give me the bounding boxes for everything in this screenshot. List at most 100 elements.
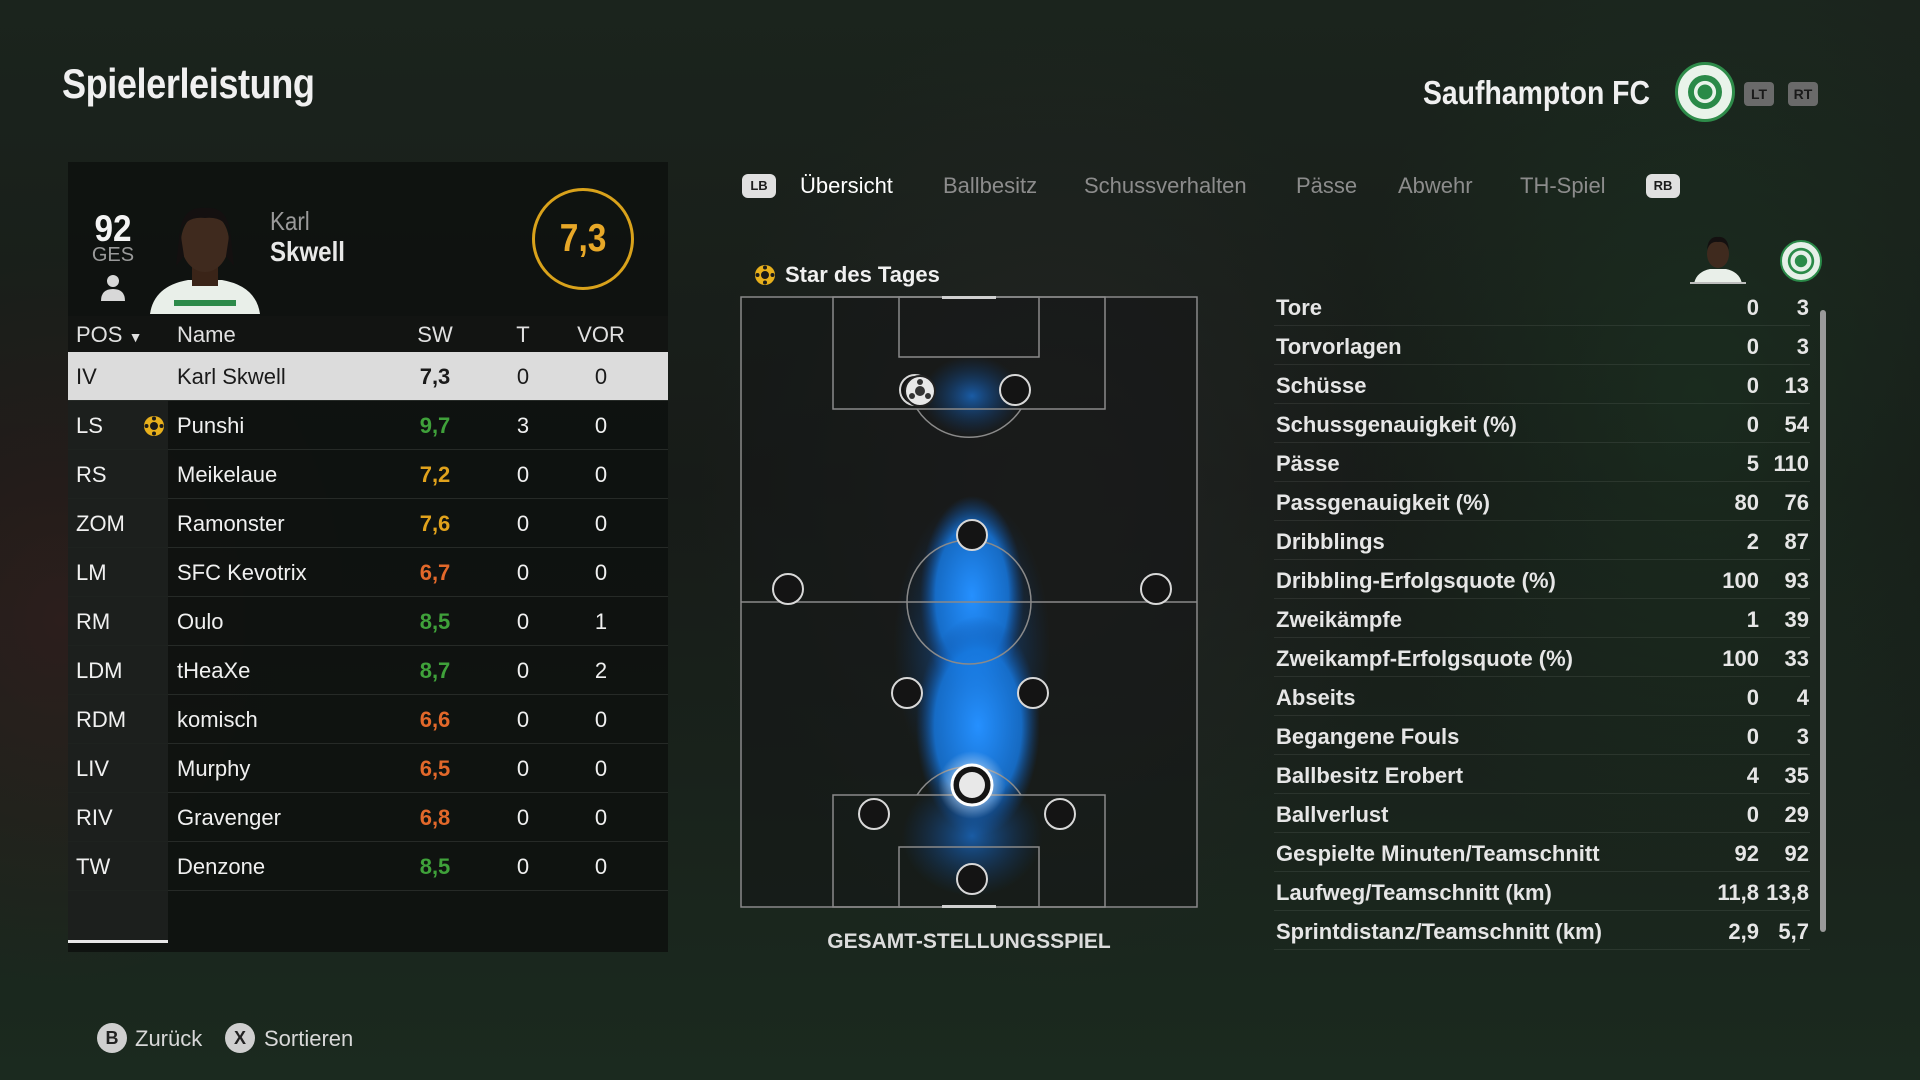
stat-team-value: 54 — [1784, 412, 1809, 437]
stat-label: Ballverlust — [1276, 802, 1389, 827]
pos-sort-header[interactable]: POS ▼ — [76, 322, 142, 348]
player-last-name: Skwell — [270, 236, 345, 267]
tab-abwehr[interactable]: Abwehr — [1398, 173, 1473, 199]
stat-player-value: 0 — [1746, 802, 1759, 827]
row-rating: 6,6 — [419, 707, 451, 732]
row-position: RS — [76, 462, 107, 487]
row-goals: 0 — [516, 707, 530, 732]
row-goals: 0 — [516, 364, 530, 389]
stat-row: Abseits 0 4 — [1274, 677, 1810, 716]
row-assists: 0 — [594, 756, 608, 781]
tab-paesse[interactable]: Pässe — [1296, 173, 1357, 199]
selected-player-marker — [938, 751, 1006, 819]
sort-button[interactable]: Sortieren — [264, 1026, 353, 1052]
sort-down-icon: ▼ — [128, 329, 143, 345]
x-button-icon: X — [225, 1023, 255, 1053]
marker-tw — [956, 863, 988, 895]
stat-row: Zweikampf-Erfolgsquote (%) 100 33 — [1274, 638, 1810, 677]
stat-label: Zweikämpfe — [1276, 607, 1402, 632]
table-row[interactable]: IV Karl Skwell 7,3 0 0 — [68, 352, 668, 401]
tab-th-spiel[interactable]: TH-Spiel — [1520, 173, 1606, 199]
stat-label: Schüsse — [1276, 373, 1367, 398]
table-row[interactable]: LIV Murphy 6,5 0 0 — [68, 744, 668, 793]
vor-header[interactable]: VOR — [571, 322, 631, 348]
row-rating: 6,7 — [419, 560, 451, 585]
name-header[interactable]: Name — [177, 322, 236, 348]
club-name: Saufhampton FC — [1422, 74, 1650, 111]
stat-team-value: 35 — [1784, 763, 1809, 788]
table-row[interactable]: RM Oulo 8,5 0 1 — [68, 597, 668, 646]
row-goals: 0 — [516, 560, 530, 585]
stat-team-value: 110 — [1773, 451, 1810, 476]
stat-player-value: 0 — [1746, 373, 1759, 398]
star-of-day-icon — [143, 415, 165, 437]
marker-rm — [1140, 573, 1172, 605]
stat-label: Tore — [1276, 295, 1323, 320]
stat-row: Passgenauigkeit (%) 80 76 — [1274, 482, 1810, 521]
stat-row: Schüsse 0 13 — [1274, 365, 1810, 404]
row-assists: 0 — [594, 413, 608, 438]
lb-button[interactable]: LB — [742, 174, 776, 198]
stat-row: Sprintdistanz/Teamschnitt (km) 2,9 5,7 — [1274, 911, 1810, 950]
marker-rdm — [1017, 677, 1049, 709]
row-player-name: Ramonster — [177, 511, 285, 536]
table-row[interactable]: RIV Gravenger 6,8 0 0 — [68, 793, 668, 842]
table-row[interactable]: TW Denzone 8,5 0 0 — [68, 842, 668, 891]
sw-header[interactable]: SW — [405, 322, 465, 348]
stat-player-value: 0 — [1746, 334, 1759, 359]
stat-player-value: 0 — [1746, 412, 1759, 437]
stats-player-avatar — [1690, 232, 1746, 284]
pitch-caption: GESAMT-STELLUNGSSPIEL — [827, 930, 1111, 953]
rb-button[interactable]: RB — [1646, 174, 1680, 198]
table-row[interactable]: ZOM Ramonster 7,6 0 0 — [68, 499, 668, 548]
stats-scrollbar[interactable] — [1820, 310, 1826, 932]
row-assists: 2 — [594, 658, 608, 683]
table-row[interactable]: RDM komisch 6,6 0 0 — [68, 695, 668, 744]
ball-icon — [904, 375, 936, 407]
row-goals: 3 — [516, 413, 530, 438]
table-header: POS ▼ Name SW T VOR — [68, 316, 668, 352]
row-position: ZOM — [76, 511, 125, 536]
stat-player-value: 100 — [1722, 568, 1759, 593]
b-button-icon: B — [97, 1023, 127, 1053]
stat-team-value: 3 — [1796, 724, 1809, 749]
marker-lm — [772, 573, 804, 605]
person-icon — [98, 272, 128, 302]
row-position: RDM — [76, 707, 127, 732]
table-row[interactable]: LDM tHeaXe 8,7 0 2 — [68, 646, 668, 695]
table-row[interactable]: LM SFC Kevotrix 6,7 0 0 — [68, 548, 668, 597]
match-rating-ring: 7,3 — [532, 188, 634, 290]
lt-button[interactable]: LT — [1744, 82, 1774, 106]
tab-ballbesitz[interactable]: Ballbesitz — [943, 173, 1037, 199]
back-button[interactable]: Zurück — [135, 1026, 202, 1052]
stat-player-value: 11,8 — [1717, 880, 1759, 905]
stat-label: Torvorlagen — [1276, 334, 1402, 359]
star-of-day-label: Star des Tages — [785, 262, 940, 287]
row-goals: 0 — [516, 511, 530, 536]
stat-player-value: 0 — [1746, 724, 1759, 749]
stat-player-value: 1 — [1746, 607, 1759, 632]
stat-row: Begangene Fouls 0 3 — [1274, 716, 1810, 755]
stat-label: Begangene Fouls — [1276, 724, 1460, 749]
stat-label: Schussgenauigkeit (%) — [1276, 412, 1517, 437]
row-rating: 9,7 — [419, 413, 451, 438]
stats-team-crest-icon — [1780, 240, 1822, 282]
rt-button[interactable]: RT — [1788, 82, 1818, 106]
stat-row: Laufweg/Teamschnitt (km) 11,8 13,8 — [1274, 872, 1810, 911]
stat-team-value: 5,7 — [1778, 919, 1809, 944]
stat-row: Dribbling-Erfolgsquote (%) 100 93 — [1274, 560, 1810, 599]
marker-zom — [956, 519, 988, 551]
row-rating: 8,7 — [419, 658, 451, 683]
t-header[interactable]: T — [508, 322, 538, 348]
stat-player-value: 2 — [1746, 529, 1759, 554]
row-position: LIV — [76, 756, 110, 781]
marker-riv — [1044, 798, 1076, 830]
stat-player-value: 100 — [1722, 646, 1759, 671]
row-assists: 0 — [594, 511, 608, 536]
stat-label: Gespielte Minuten/Teamschnitt — [1276, 841, 1600, 866]
tab-schussverhalten[interactable]: Schussverhalten — [1084, 173, 1247, 199]
stat-row: Tore 0 3 — [1274, 287, 1810, 326]
table-row[interactable]: RS Meikelaue 7,2 0 0 — [68, 450, 668, 499]
tab-uebersicht[interactable]: Übersicht — [800, 173, 893, 199]
table-row[interactable]: LS Punshi 9,7 3 0 — [68, 401, 668, 450]
